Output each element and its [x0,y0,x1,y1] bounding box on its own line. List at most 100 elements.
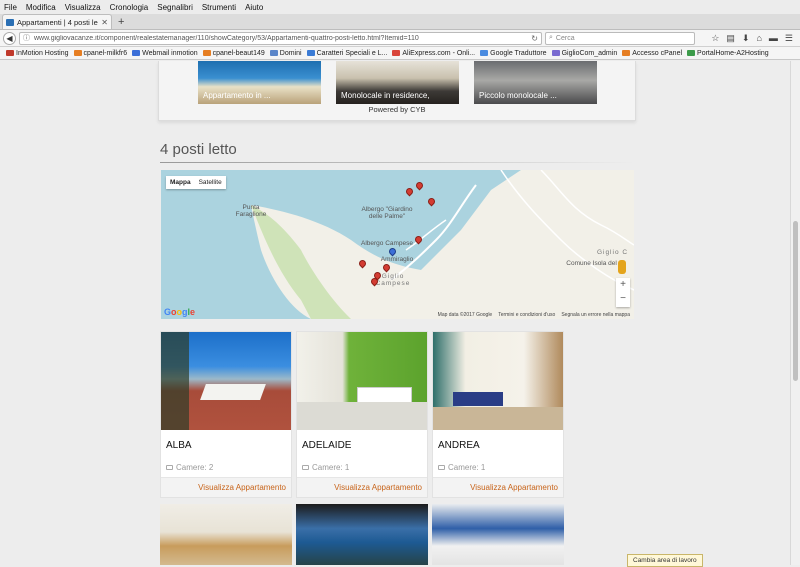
apartment-photo[interactable] [297,332,427,430]
apartment-card-photo[interactable] [160,504,292,565]
bookmark-icon [687,50,696,56]
bookmark-icon [306,50,315,56]
google-map[interactable]: Mappa Satellite Punta Faraglione Albergo… [161,170,634,319]
bookmark-item[interactable]: Domini [269,49,302,57]
tab-bar: Appartamenti | 4 posti le... ✕ + [0,14,800,30]
rooms-text: Camere: 1 [312,462,350,472]
apartment-card-photo[interactable] [432,504,564,565]
bed-icon [166,464,173,470]
bookmark-icon [6,50,14,56]
apartment-card[interactable]: ALBA Camere: 2 Visualizza Appartamento [160,331,292,498]
apartment-card[interactable]: ADELAIDE Camere: 1 Visualizza Appartamen… [296,331,428,498]
toolbar-icons: ☆ ▤ ⬇ ⌂ ▬ ☰ [711,33,797,44]
menu-cronologia[interactable]: Cronologia [110,3,149,12]
menu-strumenti[interactable]: Strumenti [202,3,236,12]
url-text[interactable]: www.gigliovacanze.it/component/realestat… [34,35,527,42]
url-bar[interactable]: ⓘ www.gigliovacanze.it/component/realest… [19,31,542,45]
title-divider [160,162,635,163]
browser-tab[interactable]: Appartamenti | 4 posti le... ✕ [2,14,112,29]
bookmark-item[interactable]: Google Traduttore [480,50,547,57]
map-label: Albergo "Giardino delle Palme" [361,206,413,221]
bookmark-item[interactable]: Webmail inmotion [132,50,198,57]
bookmark-label: GiglioCom_admin [561,49,618,57]
apartment-card-photo[interactable] [296,504,428,565]
menu-modifica[interactable]: Modifica [26,3,56,12]
menu-aiuto[interactable]: Aiuto [245,3,263,12]
featured-item[interactable]: Piccolo monolocale ... [474,61,597,104]
rooms-text: Camere: 2 [176,462,214,472]
reload-icon[interactable]: ↻ [531,34,538,43]
new-tab-button[interactable]: + [112,16,130,29]
view-apartment-link[interactable]: Visualizza Appartamento [297,477,427,497]
bookmark-icon [551,50,560,56]
featured-caption: Appartamento in ... [203,91,271,100]
featured-item[interactable]: Appartamento in ... [198,61,321,104]
apartment-photo[interactable] [433,332,563,430]
site-info-icon[interactable]: ⓘ [23,33,30,43]
zoom-in-button[interactable]: + [620,278,626,292]
bookmark-item[interactable]: Caratteri Speciali e L... [306,50,387,57]
map-zoom-control[interactable]: + − [616,278,630,307]
featured-caption: Piccolo monolocale ... [479,91,557,100]
map-footer: Map data ©2017 Google Termini e condizio… [438,312,630,318]
bookmark-label: AliExpress.com - Onli... [402,49,476,57]
apartment-name: ANDREA [438,440,480,451]
apartment-name: ADELAIDE [302,440,352,451]
menu-visualizza[interactable]: Visualizza [65,3,101,12]
bookmark-star-icon[interactable]: ☆ [711,33,719,44]
apartment-rooms: Camere: 1 [297,452,427,476]
bookmark-item[interactable]: cpanel-milkfr6 [73,50,127,57]
bed-icon [302,464,309,470]
powered-by-text: Powered by CYB [368,105,426,114]
map-type-map[interactable]: Mappa [166,176,195,189]
bookmarks-bar: InMotion Hosting cpanel-milkfr6 Webmail … [0,47,800,60]
tab-title: Appartamenti | 4 posti le... [17,17,99,27]
pocket-icon[interactable]: ▬ [769,33,778,44]
map-type-toggle[interactable]: Mappa Satellite [166,176,226,189]
bookmark-item[interactable]: PortalHome-A2Hosting [687,50,769,57]
bookmark-label: PortalHome-A2Hosting [697,49,769,57]
bookmark-label: InMotion Hosting [16,49,69,57]
map-label: Ammiraglio [380,256,414,263]
bookmark-item[interactable]: cpanel-beaut149 [202,49,265,57]
search-input[interactable]: ⌕ Cerca [545,31,695,45]
apartment-rooms: Camere: 1 [433,452,563,476]
bookmark-label: cpanel-beaut149 [212,49,265,57]
street-view-pegman-icon[interactable] [618,260,626,274]
page-content: Appartamento in ... Monolocale in reside… [0,61,790,565]
apartment-photo[interactable] [161,332,291,430]
reading-list-icon[interactable]: ▤ [726,33,735,44]
map-data-credit: Map data ©2017 Google [437,312,493,318]
menu-segnalibri[interactable]: Segnalibri [157,3,193,12]
bookmark-icon [269,50,278,56]
featured-caption: Monolocale in residence, [341,91,430,100]
map-report-link[interactable]: Segnala un errore nella mappa [561,312,630,318]
zoom-out-button[interactable]: − [620,292,626,306]
menu-bar: File Modifica Visualizza Cronologia Segn… [0,0,800,14]
map-type-satellite[interactable]: Satellite [195,176,226,189]
view-apartment-link[interactable]: Visualizza Appartamento [433,477,563,497]
home-icon[interactable]: ⌂ [756,33,761,44]
map-terms-link[interactable]: Termini e condizioni d'uso [498,312,555,318]
menu-file[interactable]: File [4,3,17,12]
scrollbar-thumb[interactable] [793,221,798,381]
page-title: 4 posti letto [160,141,237,158]
bookmark-item[interactable]: GiglioCom_admin [551,49,618,57]
bookmark-item[interactable]: AliExpress.com - Onli... [392,50,475,57]
close-tab-icon[interactable]: ✕ [101,18,108,27]
bookmark-item[interactable]: InMotion Hosting [6,50,69,57]
apartment-name: ALBA [166,440,192,451]
bookmark-icon [73,50,82,56]
back-button[interactable]: ◀ [3,31,16,45]
hamburger-menu-icon[interactable]: ☰ [785,33,793,44]
downloads-icon[interactable]: ⬇ [742,33,750,44]
featured-item[interactable]: Monolocale in residence, [336,61,459,104]
rooms-text: Camere: 1 [448,462,486,472]
apartment-card[interactable]: ANDREA Camere: 1 Visualizza Appartamento [432,331,564,498]
view-apartment-link[interactable]: Visualizza Appartamento [161,477,291,497]
featured-carousel: Appartamento in ... Monolocale in reside… [158,61,636,121]
bookmark-item[interactable]: Accesso cPanel [622,50,682,57]
bookmark-label: Domini [279,49,302,57]
page-scrollbar[interactable] [790,61,800,565]
bookmark-icon [480,50,489,56]
